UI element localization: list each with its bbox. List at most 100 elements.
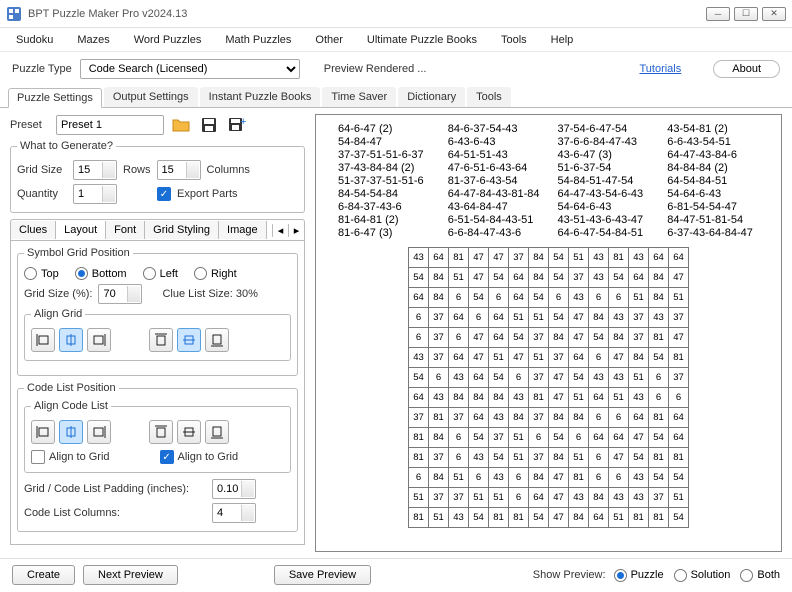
save-as-icon[interactable]: +	[226, 114, 248, 136]
tab-puzzle-settings[interactable]: Puzzle Settings	[8, 88, 102, 108]
grid-cell: 47	[549, 468, 569, 488]
position-left-radio[interactable]	[143, 267, 156, 280]
preview-puzzle-radio[interactable]	[614, 569, 627, 582]
code-align-h-right[interactable]	[87, 420, 111, 444]
align-h-center[interactable]	[59, 328, 83, 352]
symbol-grid: 4364814747378454514381436464548451475464…	[408, 247, 689, 528]
subtab-grid-styling[interactable]: Grid Styling	[145, 221, 219, 239]
grid-cell: 64	[589, 388, 609, 408]
code-align-h-center[interactable]	[59, 420, 83, 444]
grid-cell: 51	[449, 468, 469, 488]
next-preview-button[interactable]: Next Preview	[83, 565, 178, 585]
preview-both-radio[interactable]	[740, 569, 753, 582]
menu-ultimate-puzzle-books[interactable]: Ultimate Puzzle Books	[363, 32, 481, 48]
grid-cell: 54	[649, 428, 669, 448]
grid-cell: 54	[509, 328, 529, 348]
minimize-button[interactable]: ─	[706, 7, 730, 21]
code-item: 64-47-43-84-6	[667, 149, 759, 161]
align-v-bottom[interactable]	[205, 328, 229, 352]
open-folder-icon[interactable]	[170, 114, 192, 136]
align-v-top[interactable]	[149, 328, 173, 352]
tab-tools[interactable]: Tools	[467, 87, 511, 107]
grid-cell: 43	[589, 368, 609, 388]
grid-cell: 43	[489, 408, 509, 428]
save-icon[interactable]	[198, 114, 220, 136]
code-columns-input[interactable]: 4	[212, 503, 256, 523]
close-button[interactable]: ✕	[762, 7, 786, 21]
grid-cell: 37	[549, 348, 569, 368]
align-h-left[interactable]	[31, 328, 55, 352]
subtab-prev[interactable]: ◂	[272, 224, 288, 237]
menu-other[interactable]: Other	[311, 32, 347, 48]
grid-cell: 51	[569, 388, 589, 408]
tab-dictionary[interactable]: Dictionary	[398, 87, 465, 107]
align-to-grid-h-checkbox[interactable]	[31, 450, 45, 464]
grid-size-pct-input[interactable]: 70	[98, 284, 142, 304]
code-item: 51-6-37-54	[558, 162, 650, 174]
position-top-radio[interactable]	[24, 267, 37, 280]
preview-solution-radio[interactable]	[674, 569, 687, 582]
subtab-font[interactable]: Font	[106, 221, 145, 239]
grid-cell: 37	[489, 428, 509, 448]
code-columns-label: Code List Columns:	[24, 507, 206, 519]
tab-instant-puzzle-books[interactable]: Instant Puzzle Books	[200, 87, 321, 107]
menu-sudoku[interactable]: Sudoku	[12, 32, 57, 48]
grid-cell: 47	[569, 308, 589, 328]
subtab-image[interactable]: Image	[219, 221, 267, 239]
subtab-layout[interactable]: Layout	[56, 221, 106, 239]
code-align-h-left[interactable]	[31, 420, 55, 444]
grid-cell: 43	[589, 248, 609, 268]
code-align-v-top[interactable]	[149, 420, 173, 444]
grid-cell: 47	[669, 328, 689, 348]
grid-cell: 84	[549, 448, 569, 468]
menu-word-puzzles[interactable]: Word Puzzles	[130, 32, 206, 48]
about-button[interactable]: About	[713, 60, 780, 78]
grid-rows-input[interactable]: 15	[73, 160, 117, 180]
tab-time-saver[interactable]: Time Saver	[322, 87, 396, 107]
menu-mazes[interactable]: Mazes	[73, 32, 113, 48]
position-bottom-radio[interactable]	[75, 267, 88, 280]
maximize-button[interactable]: ☐	[734, 7, 758, 21]
grid-cell: 51	[449, 268, 469, 288]
align-h-right[interactable]	[87, 328, 111, 352]
grid-cell: 6	[589, 448, 609, 468]
grid-cell: 6	[449, 428, 469, 448]
tab-output-settings[interactable]: Output Settings	[104, 87, 198, 107]
grid-cell: 6	[509, 368, 529, 388]
quantity-input[interactable]: 1	[73, 184, 117, 204]
grid-cell: 51	[609, 388, 629, 408]
padding-input[interactable]: 0.10	[212, 479, 256, 499]
menu-tools[interactable]: Tools	[497, 32, 531, 48]
grid-cell: 54	[649, 468, 669, 488]
menu-help[interactable]: Help	[547, 32, 578, 48]
rows-label: Rows	[123, 164, 151, 176]
position-right-radio[interactable]	[194, 267, 207, 280]
puzzle-type-select[interactable]: Code Search (Licensed)	[80, 59, 300, 79]
code-align-v-middle[interactable]	[177, 420, 201, 444]
export-parts-checkbox[interactable]: ✓	[157, 187, 171, 201]
subtab-next[interactable]: ▸	[288, 224, 304, 237]
subtab-clues[interactable]: Clues	[11, 221, 56, 239]
align-to-grid-v-checkbox[interactable]: ✓	[160, 450, 174, 464]
save-preview-button[interactable]: Save Preview	[274, 565, 371, 585]
grid-cell: 81	[649, 448, 669, 468]
menu-math-puzzles[interactable]: Math Puzzles	[221, 32, 295, 48]
grid-cell: 84	[509, 408, 529, 428]
code-item: 54-84-51-47-54	[558, 175, 650, 187]
align-v-middle[interactable]	[177, 328, 201, 352]
code-align-v-bottom[interactable]	[205, 420, 229, 444]
grid-cell: 51	[469, 488, 489, 508]
grid-cell: 47	[469, 248, 489, 268]
grid-cols-input[interactable]: 15	[157, 160, 201, 180]
grid-cell: 64	[669, 248, 689, 268]
preset-input[interactable]	[56, 115, 164, 135]
tutorials-link[interactable]: Tutorials	[639, 63, 681, 75]
create-button[interactable]: Create	[12, 565, 75, 585]
grid-cell: 64	[509, 268, 529, 288]
grid-cell: 47	[469, 268, 489, 288]
grid-cell: 64	[449, 308, 469, 328]
grid-cell: 37	[429, 328, 449, 348]
code-list-legend: Code List Position	[24, 382, 119, 394]
grid-cell: 37	[629, 328, 649, 348]
grid-cell: 84	[489, 388, 509, 408]
